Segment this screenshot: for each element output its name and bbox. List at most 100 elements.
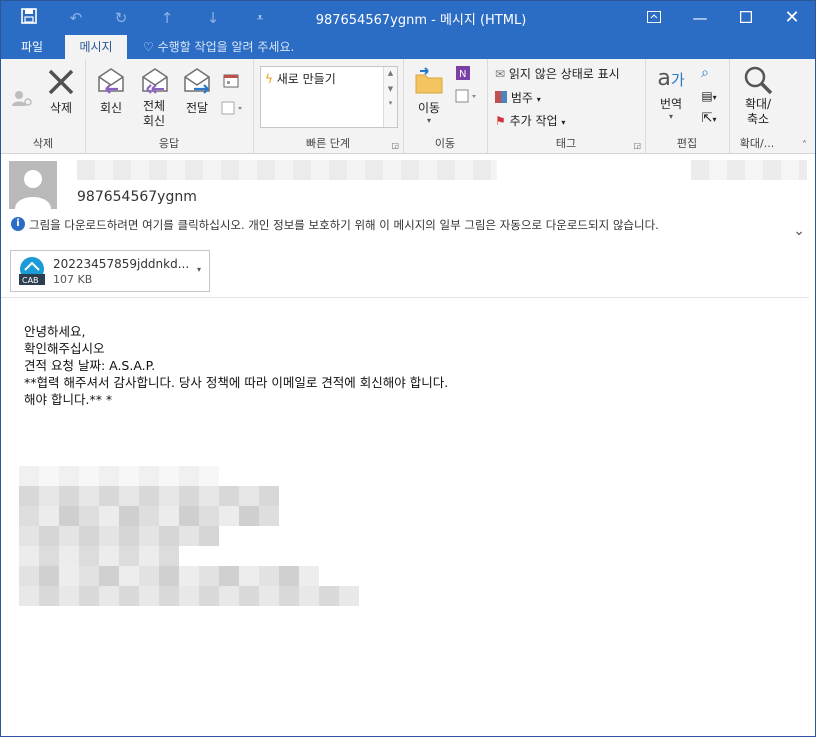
attachment-dropdown-icon[interactable]: ▾ [197, 265, 201, 274]
group-editing: a가 번역 ▾ ⌕ ▤▾ ⇱▾ 편집 [645, 59, 730, 153]
minimize-icon[interactable]: — [677, 1, 723, 35]
find-icon[interactable]: ⌕ [695, 65, 715, 81]
redacted-header-info [77, 160, 497, 180]
attachment-name: 20223457859jddnkd... [53, 257, 190, 271]
attachment-card[interactable]: CAB 20223457859jddnkd... 107 KB ▾ [10, 250, 210, 292]
forward-icon [184, 68, 210, 94]
body-line-7: 해야 합니다.** * [24, 392, 113, 407]
ribbon-display-options-icon[interactable] [631, 1, 677, 35]
envelope-icon: ✉ [495, 67, 506, 81]
maximize-icon[interactable] [723, 1, 769, 35]
translate-label: 번역 [659, 97, 683, 111]
move-label: 이동 [417, 101, 441, 115]
lightbulb-icon: ♡ [143, 40, 154, 54]
zoom-button[interactable]: 확대/ 축소 [735, 65, 781, 127]
ribbon: 삭제 삭제 회신 전체 회신 전달 응답 ϟ 새로 만들기 ▲ ▼ ▾ 빠른 단… [1, 59, 815, 154]
quick-steps-scrollbar[interactable]: ▲ ▼ ▾ [383, 67, 397, 127]
group-label-quick-steps: 빠른 단계 [306, 137, 350, 150]
body-line-4: 견적 요청 날짜: A.S.A.P. [24, 358, 156, 373]
group-label-move: 이동 [434, 137, 456, 150]
body-line-6: **협력 해주셔서 감사합니다. 당사 정책에 따라 이메일로 견적에 회신해야… [24, 375, 449, 390]
info-icon: i [11, 217, 25, 231]
title-bar: ↶ ↻ ↑ ↓ ⩡ 987654567ygnm - 메시지 (HTML) — ✕ [1, 1, 815, 35]
ribbon-tabs: 파일 메시지 ♡ 수행할 작업을 알려 주세요. [1, 35, 815, 59]
redacted-block [19, 586, 359, 606]
reply-icon [98, 68, 124, 94]
window-title: 987654567ygnm - 메시지 (HTML) [315, 13, 527, 28]
group-quick-steps: ϟ 새로 만들기 ▲ ▼ ▾ 빠른 단계 ◲ [253, 59, 404, 153]
download-pictures-infobar[interactable]: i 그림을 다운로드하려면 여기를 클릭하십시오. 개인 정보를 보호하기 위해… [1, 211, 815, 239]
categorize-label: 범주 [510, 91, 533, 105]
save-icon[interactable] [18, 8, 40, 28]
redacted-date [691, 160, 807, 180]
header-divider [1, 297, 809, 298]
zoom-label-1: 확대/ [744, 97, 772, 111]
quick-steps-launcher-icon[interactable]: ◲ [391, 141, 399, 150]
tell-me-text: 수행할 작업을 알려 주세요. [157, 40, 295, 54]
move-button[interactable]: 이동 ▾ [409, 67, 449, 125]
group-label-delete: 삭제 [32, 137, 54, 150]
mark-unread-label: 읽지 않은 상태로 표시 [508, 67, 620, 81]
group-respond: 회신 전체 회신 전달 응답 [85, 59, 254, 153]
collapse-ribbon-icon[interactable]: ˄ [802, 140, 807, 151]
delete-x-icon [48, 69, 74, 95]
sender-name[interactable]: 987654567ygnm [77, 189, 197, 205]
tab-file[interactable]: 파일 [9, 35, 55, 59]
attachment-size: 107 KB [53, 273, 93, 286]
infobar-text: 그림을 다운로드하려면 여기를 클릭하십시오. 개인 정보를 보호하기 위해 이… [29, 218, 659, 232]
close-icon[interactable]: ✕ [769, 1, 815, 35]
delete-button[interactable]: 삭제 [41, 67, 81, 116]
sender-avatar [9, 161, 57, 209]
reply-label: 회신 [99, 101, 123, 115]
mark-unread-button[interactable]: ✉ 읽지 않은 상태로 표시 [495, 65, 620, 82]
group-delete: 삭제 삭제 [1, 59, 86, 153]
reply-all-button[interactable]: 전체 회신 [135, 67, 173, 129]
actions-icon[interactable] [453, 89, 481, 106]
reply-all-label-1: 전체 [142, 99, 166, 113]
follow-up-label: 추가 작업 [509, 114, 558, 128]
related-icon[interactable]: ▤▾ [695, 89, 723, 103]
undo-icon[interactable]: ↶ [65, 8, 87, 28]
translate-button[interactable]: a가 번역 ▾ [651, 65, 691, 121]
forward-button[interactable]: 전달 [179, 67, 215, 116]
translate-icon: a가 [657, 66, 685, 91]
follow-up-button[interactable]: ⚑ 추가 작업 ▾ [495, 112, 565, 129]
onenote-icon[interactable]: N [453, 65, 473, 84]
category-icon [495, 91, 507, 103]
previous-item-icon[interactable]: ↑ [156, 8, 178, 28]
categorize-button[interactable]: 범주 ▾ [495, 89, 541, 106]
reply-all-label-2: 회신 [142, 114, 166, 128]
redacted-block [19, 466, 219, 486]
magnifier-icon [744, 66, 773, 95]
redacted-block [19, 566, 319, 586]
redo-icon[interactable]: ↻ [110, 8, 132, 28]
cab-badge-text: CAB [22, 276, 39, 285]
group-label-zoom: 확대/... [739, 137, 775, 150]
quick-step-new[interactable]: ϟ 새로 만들기 [265, 70, 336, 87]
outlook-message-window: ↶ ↻ ↑ ↓ ⩡ 987654567ygnm - 메시지 (HTML) — ✕… [0, 0, 816, 737]
select-icon[interactable]: ⇱▾ [695, 111, 723, 126]
group-label-tags: 태그 [555, 137, 577, 150]
redacted-block [19, 506, 279, 526]
group-zoom: 확대/ 축소 확대/... [729, 59, 785, 153]
quick-step-new-label: 새로 만들기 [276, 72, 336, 86]
cab-file-icon: CAB [19, 257, 45, 285]
ignore-button[interactable] [7, 89, 37, 109]
meeting-reply-icon[interactable] [221, 73, 241, 92]
quick-steps-gallery[interactable]: ϟ 새로 만들기 ▲ ▼ ▾ [260, 66, 398, 128]
tags-launcher-icon[interactable]: ◲ [633, 141, 641, 150]
group-label-editing: 편집 [676, 137, 698, 150]
group-label-respond: 응답 [158, 137, 180, 150]
reply-all-icon [142, 68, 168, 94]
more-respond-icon[interactable] [219, 101, 245, 118]
tab-message[interactable]: 메시지 [65, 35, 127, 59]
lightning-icon: ϟ [265, 72, 273, 86]
reply-button[interactable]: 회신 [93, 67, 129, 116]
svg-text:N: N [459, 69, 466, 80]
body-line-3: 확인해주십시오 [24, 341, 105, 356]
tell-me-box[interactable]: ♡ 수행할 작업을 알려 주세요. [143, 35, 294, 59]
chevron-down-icon[interactable]: ⌄ [793, 223, 805, 239]
next-item-icon[interactable]: ↓ [202, 8, 224, 28]
delete-label: 삭제 [49, 101, 73, 115]
redacted-block [19, 486, 279, 506]
